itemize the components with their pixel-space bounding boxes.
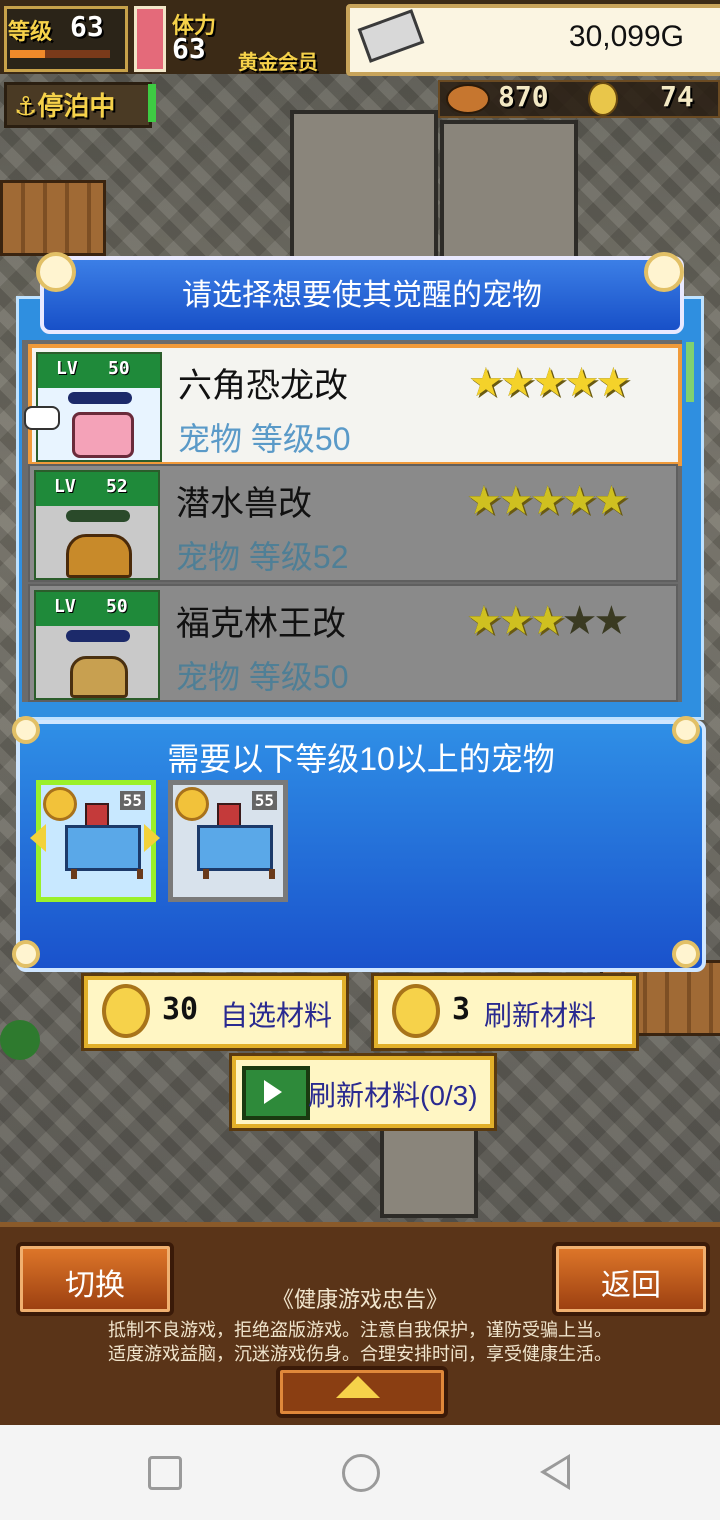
food-icon <box>446 84 490 114</box>
stamina-value: 63 <box>172 32 206 65</box>
dock-indicator <box>148 84 156 122</box>
health-notice-line: 抵制不良游戏，拒绝盗版游戏。注意自我保护，谨防受骗上当。 <box>108 1320 612 1340</box>
material-card[interactable]: 55 <box>168 780 288 902</box>
star-filled-icon: ★ <box>595 360 631 406</box>
anchor-icon: ⚓ <box>14 92 38 122</box>
panel-corner-ornament <box>672 940 700 968</box>
pet-level-badge: 52 <box>106 476 128 497</box>
star-filled-icon: ★ <box>531 360 568 406</box>
pet-thumbnail: LV 50 <box>34 590 160 700</box>
star-filled-icon: ★ <box>466 478 502 524</box>
castle-tower <box>290 110 438 268</box>
lv-badge: LV <box>54 596 76 617</box>
star-filled-icon: ★ <box>561 478 598 524</box>
select-material-label: 自选材料 <box>220 1000 333 1031</box>
wooden-wall <box>0 180 106 256</box>
home-icon[interactable] <box>342 1454 380 1492</box>
arrow-left-icon[interactable] <box>30 824 46 852</box>
pet-level-text: 宠物 等级50 <box>176 659 349 695</box>
resource2-value: 74 <box>660 80 694 113</box>
diving-beast-sprite <box>66 534 132 578</box>
ad-refresh-button[interactable]: 刷新材料(0/3) <box>232 1056 494 1128</box>
pet-row[interactable]: LV 52 潜水兽改 宠物 等级52 ★★★★★ <box>28 464 678 582</box>
pet-level-text: 宠物 等级50 <box>178 421 351 457</box>
membership-badge: 黄金会员 <box>238 50 318 74</box>
llama-sprite <box>197 825 273 871</box>
panel-corner-ornament <box>12 940 40 968</box>
pet-thumbnail: LV 52 <box>34 470 160 580</box>
star-filled-icon: ★ <box>466 598 502 644</box>
material-card[interactable]: 55 <box>36 780 156 902</box>
material-level: 55 <box>119 791 145 810</box>
recents-icon[interactable] <box>148 1456 182 1490</box>
coin-icon <box>175 787 209 821</box>
resource1-value: 870 <box>498 80 549 113</box>
star-filled-icon: ★ <box>529 478 566 524</box>
lv-badge: LV <box>56 358 78 379</box>
star-rating: ★★★★★ <box>468 360 631 406</box>
axolotl-sprite <box>72 412 134 458</box>
llama-sprite <box>65 825 141 871</box>
dock-status-label: ⚓停泊中 <box>14 92 116 122</box>
switch-button-label: 切换 <box>65 1269 125 1302</box>
pet-name: 潜水兽改 <box>176 485 312 523</box>
pet-name: 福克林王改 <box>176 605 346 643</box>
star-empty-icon: ★ <box>561 598 598 644</box>
star-filled-icon: ★ <box>593 478 629 524</box>
panel-title: 请选择想要使其觉醒的宠物 <box>182 279 542 312</box>
pet-level-text: 宠物 等级52 <box>176 539 349 575</box>
star-rating: ★★★★★ <box>466 478 629 524</box>
fokulin-king-sprite <box>70 656 128 698</box>
star-rating: ★★★★★ <box>466 598 629 644</box>
star-filled-icon: ★ <box>497 598 534 644</box>
star-filled-icon: ★ <box>499 360 536 406</box>
pet-list[interactable]: LV 50 六角恐龙改 宠物 等级50 ★★★★★ LV 52 潜水兽改 宠物 … <box>22 340 682 702</box>
level-value: 63 <box>70 10 104 43</box>
coin-icon <box>43 787 77 821</box>
select-material-button[interactable]: 30 自选材料 <box>84 976 346 1048</box>
money-value: 30,099G <box>568 20 684 53</box>
list-scrollbar[interactable] <box>686 342 694 402</box>
level-label: 等级 <box>8 20 53 45</box>
health-notice-title: 《健康游戏忠告》 <box>271 1287 448 1312</box>
pet-row[interactable]: LV 50 福克林王改 宠物 等级50 ★★★★★ <box>28 584 678 702</box>
chevron-up-icon <box>336 1376 380 1398</box>
stamina-gauge <box>134 6 166 72</box>
medal-icon <box>588 82 618 116</box>
pet-thumbnail: LV 50 <box>24 352 162 462</box>
pet-level-badge: 50 <box>108 358 130 379</box>
refresh-material-label: 刷新材料 <box>484 1000 597 1031</box>
tree <box>0 1020 40 1060</box>
level-progress-fill <box>10 50 45 58</box>
pet-level-badge: 50 <box>106 596 128 617</box>
material-level: 55 <box>251 791 277 810</box>
gold-coin-icon <box>102 984 150 1038</box>
pet-name: 六角恐龙改 <box>178 367 348 405</box>
back-button[interactable]: 返回 <box>552 1242 710 1316</box>
health-notice-line: 适度游戏益脑，沉迷游戏伤身。合理安排时间，享受健康生活。 <box>108 1344 612 1364</box>
refresh-material-button[interactable]: 3 刷新材料 <box>374 976 636 1048</box>
back-button-label: 返回 <box>601 1269 661 1302</box>
star-filled-icon: ★ <box>468 360 504 406</box>
star-filled-icon: ★ <box>497 478 534 524</box>
gold-coin-icon <box>392 984 440 1038</box>
star-empty-icon: ★ <box>593 598 629 644</box>
pet-row[interactable]: LV 50 六角恐龙改 宠物 等级50 ★★★★★ <box>24 344 682 466</box>
lv-badge: LV <box>54 476 76 497</box>
tv-play-icon <box>242 1066 310 1120</box>
requirement-text: 需要以下等级10以上的宠物 <box>167 741 555 777</box>
arrow-right-icon[interactable] <box>144 824 160 852</box>
pointing-hand-icon <box>24 406 60 430</box>
ad-refresh-label: 刷新材料(0/3) <box>308 1080 478 1111</box>
select-material-cost: 30 <box>162 992 199 1027</box>
castle-tower <box>440 120 578 268</box>
star-filled-icon: ★ <box>563 360 600 406</box>
star-filled-icon: ★ <box>529 598 566 644</box>
refresh-material-cost: 3 <box>452 992 471 1027</box>
